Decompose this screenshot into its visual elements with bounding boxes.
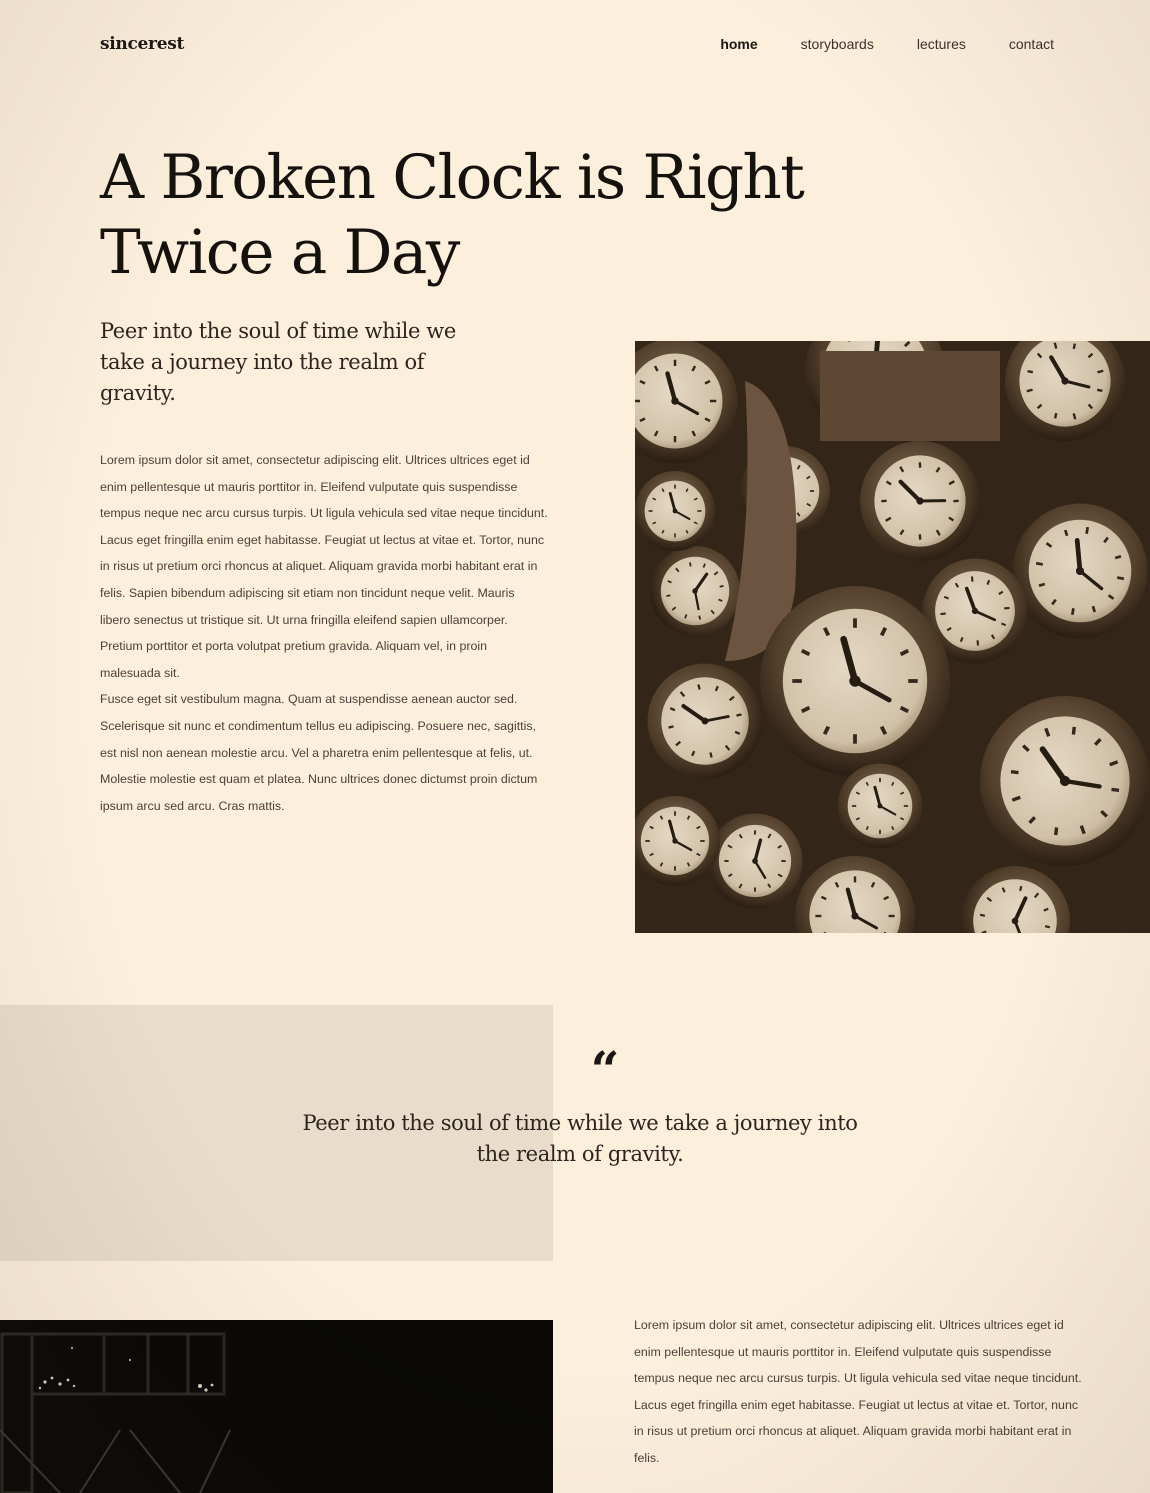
- page-title-line-1: A Broken Clock is Right: [100, 142, 805, 213]
- nav-link-contact[interactable]: contact: [1009, 36, 1054, 52]
- hero-paragraph-1: Lorem ipsum dolor sit amet, consectetur …: [100, 453, 548, 680]
- main-nav: home storyboards lectures contact: [720, 36, 1054, 52]
- clocks-image: [635, 341, 1150, 933]
- nav-link-home[interactable]: home: [720, 36, 757, 52]
- quote-icon: “: [590, 1040, 620, 1099]
- city-image: [0, 1320, 553, 1493]
- site-logo[interactable]: sincerest: [100, 34, 184, 54]
- section-two-paragraph: Lorem ipsum dolor sit amet, consectetur …: [634, 1318, 1082, 1465]
- site-header: sincerest home storyboards lectures cont…: [100, 30, 1054, 58]
- nav-link-lectures[interactable]: lectures: [917, 36, 966, 52]
- pull-quote: Peer into the soul of time while we take…: [302, 1111, 858, 1166]
- nav-link-storyboards[interactable]: storyboards: [801, 36, 874, 52]
- clocks-illustration: [635, 341, 1150, 933]
- page-title: A Broken Clock is Right Twice a Day: [100, 140, 860, 290]
- hero-body: Lorem ipsum dolor sit amet, consectetur …: [100, 447, 548, 819]
- city-night-illustration: [0, 1320, 553, 1493]
- page-title-line-2: Twice a Day: [100, 217, 460, 288]
- hero-paragraph-2: Fusce eget sit vestibulum magna. Quam at…: [100, 692, 538, 813]
- hero-subtitle: Peer into the soul of time while we take…: [100, 319, 456, 405]
